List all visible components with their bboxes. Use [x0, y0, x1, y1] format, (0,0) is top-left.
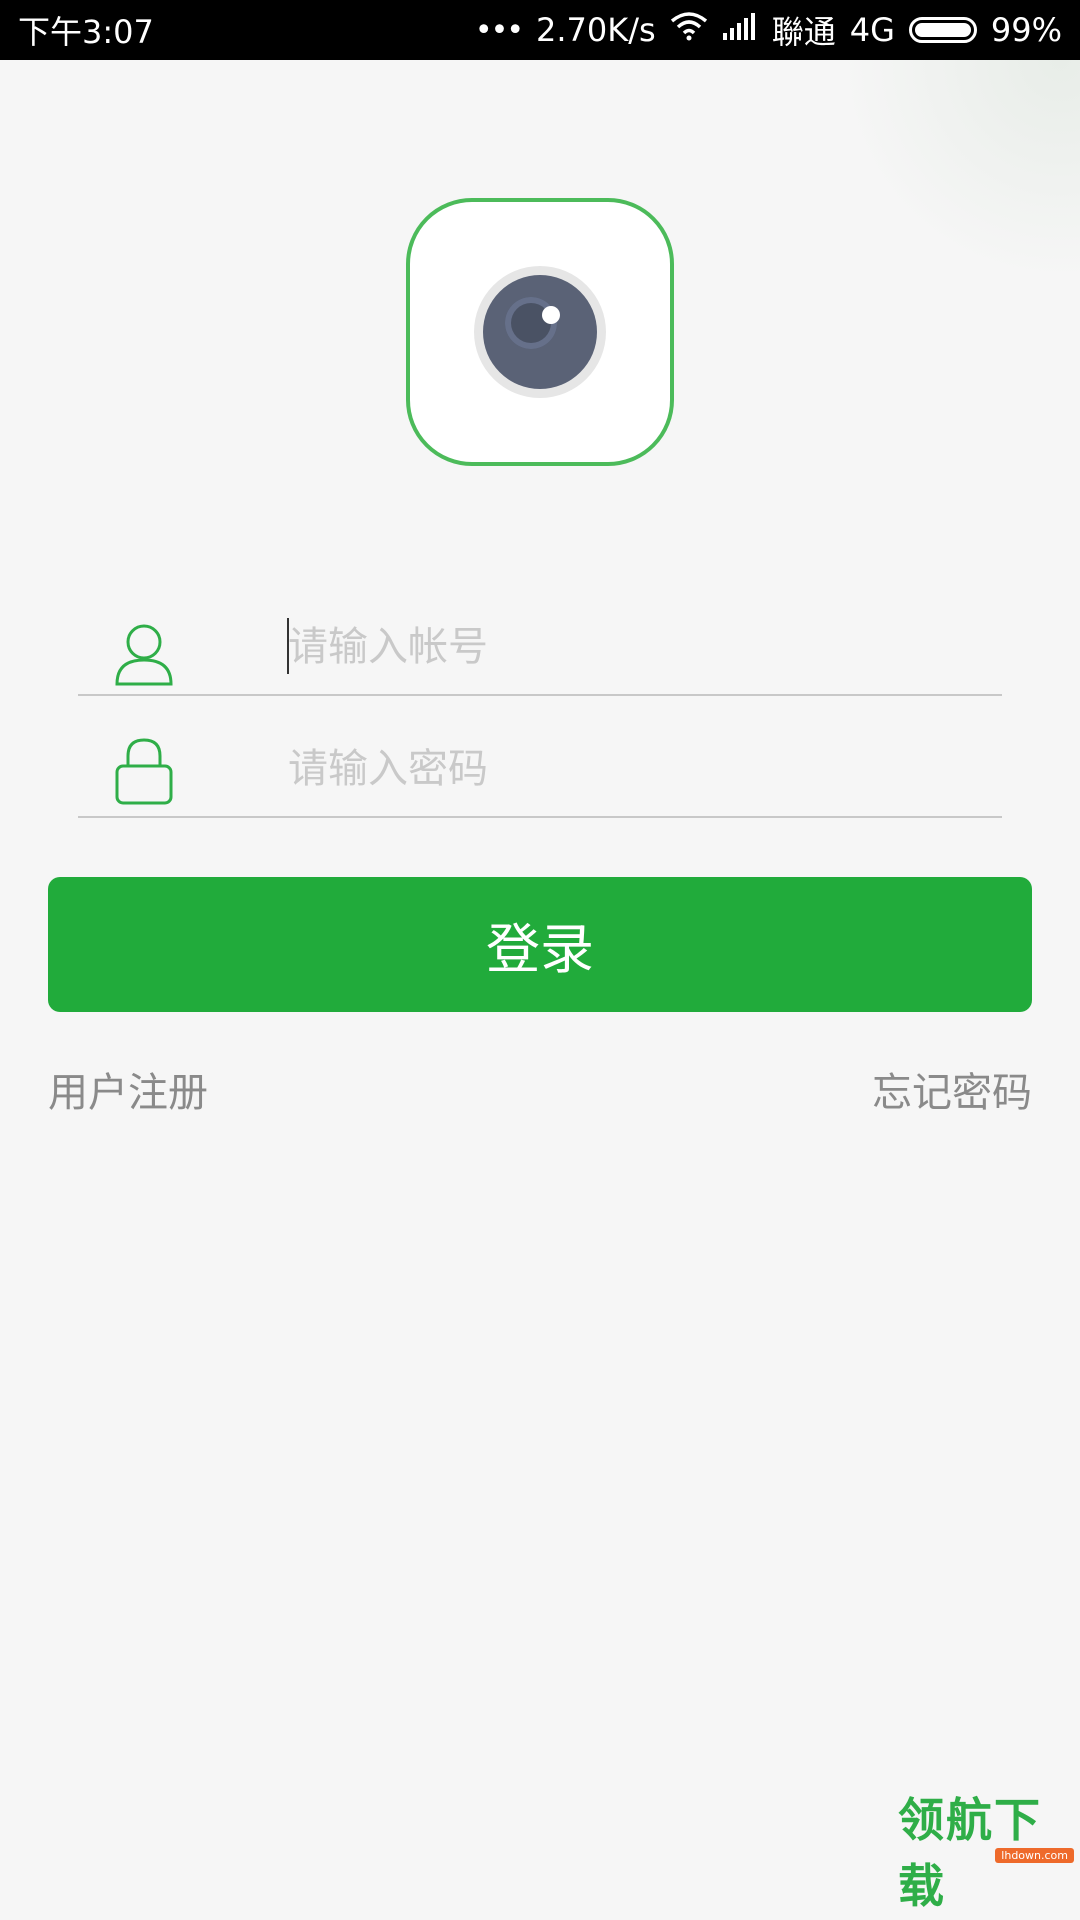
wifi-icon [670, 11, 708, 49]
user-icon [114, 622, 174, 686]
carrier-name: 聯通 [771, 13, 836, 51]
network-speed: 2.70K/s [536, 11, 656, 49]
watermark-logo: lhdown.com 领航下载 [890, 1793, 1080, 1920]
network-type: 4G [849, 11, 895, 49]
app-logo [406, 198, 674, 466]
register-link[interactable]: 用户注册 [48, 1060, 208, 1118]
lock-icon [114, 738, 174, 808]
battery-icon [908, 17, 977, 43]
login-button[interactable]: 登录 [48, 877, 1032, 1012]
status-bar: 下午3:07 ••• 2.70K/s 聯通 4G 99% [0, 0, 1080, 60]
camera-lens-icon [474, 266, 606, 398]
more-dots-icon: ••• [474, 12, 524, 48]
battery-level: 99% [990, 11, 1062, 49]
status-indicators: ••• 2.70K/s 聯通 4G 99% [475, 7, 1062, 53]
account-field-row [78, 594, 1002, 696]
forgot-password-link[interactable]: 忘记密码 [872, 1060, 1032, 1118]
signal-icon [722, 11, 758, 49]
status-time: 下午3:07 [18, 13, 154, 51]
login-screen: 下午3:07 ••• 2.70K/s 聯通 4G 99% 请输入帐号 登录 用户… [0, 0, 1080, 1920]
password-input[interactable] [288, 736, 988, 802]
text-cursor [287, 618, 289, 674]
account-input[interactable] [288, 614, 988, 680]
watermark-text: 领航下载 [898, 1793, 1042, 1913]
password-field-row [78, 716, 1002, 818]
